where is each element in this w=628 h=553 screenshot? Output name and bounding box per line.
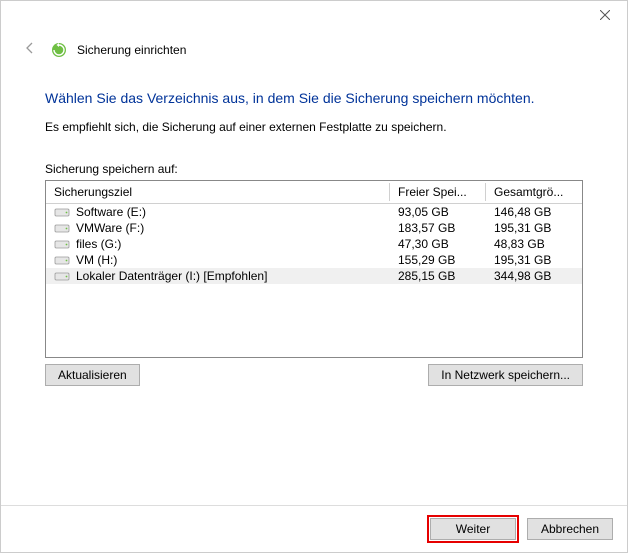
drive-free: 155,29 GB — [390, 252, 486, 268]
cancel-button[interactable]: Abbrechen — [527, 518, 613, 540]
save-network-button[interactable]: In Netzwerk speichern... — [428, 364, 583, 386]
table-header-row: Sicherungsziel Freier Spei... Gesamtgrö.… — [46, 181, 582, 204]
window-title: Sicherung einrichten — [77, 43, 186, 57]
drive-free: 285,15 GB — [390, 268, 486, 284]
close-icon — [600, 8, 610, 23]
content-area: Wählen Sie das Verzeichnis aus, in dem S… — [1, 64, 627, 505]
backup-setup-window: Sicherung einrichten Wählen Sie das Verz… — [0, 0, 628, 553]
refresh-button[interactable]: Aktualisieren — [45, 364, 140, 386]
next-button-highlight: Weiter — [427, 515, 519, 543]
titlebar — [1, 1, 627, 33]
hard-drive-icon — [54, 238, 70, 250]
drive-total: 195,31 GB — [486, 220, 582, 236]
drive-total: 48,83 GB — [486, 236, 582, 252]
table-label: Sicherung speichern auf: — [45, 162, 583, 176]
drive-name: Software (E:) — [76, 205, 146, 219]
col-total[interactable]: Gesamtgrö... — [486, 181, 582, 204]
backup-header-icon — [51, 42, 67, 58]
table-row[interactable]: VMWare (F:) 183,57 GB195,31 GB — [46, 220, 582, 236]
hard-drive-icon — [54, 206, 70, 218]
sub-text: Es empfiehlt sich, die Sicherung auf ein… — [45, 120, 583, 134]
hard-drive-icon — [54, 254, 70, 266]
drive-free: 47,30 GB — [390, 236, 486, 252]
table-row[interactable]: Software (E:) 93,05 GB146,48 GB — [46, 204, 582, 221]
mid-button-row: Aktualisieren In Netzwerk speichern... — [45, 364, 583, 386]
table-row[interactable]: files (G:) 47,30 GB48,83 GB — [46, 236, 582, 252]
drive-table: Sicherungsziel Freier Spei... Gesamtgrö.… — [45, 180, 583, 358]
drive-total: 146,48 GB — [486, 204, 582, 221]
drive-free: 183,57 GB — [390, 220, 486, 236]
drive-free: 93,05 GB — [390, 204, 486, 221]
drive-name: Lokaler Datenträger (I:) [Empfohlen] — [76, 269, 267, 283]
drive-name: files (G:) — [76, 237, 121, 251]
header-row: Sicherung einrichten — [1, 33, 627, 64]
drive-name: VMWare (F:) — [76, 221, 144, 235]
hard-drive-icon — [54, 222, 70, 234]
table-row[interactable]: Lokaler Datenträger (I:) [Empfohlen] 285,… — [46, 268, 582, 284]
table-row[interactable]: VM (H:) 155,29 GB195,31 GB — [46, 252, 582, 268]
next-button[interactable]: Weiter — [430, 518, 516, 540]
back-arrow-icon[interactable] — [19, 39, 41, 60]
col-target[interactable]: Sicherungsziel — [46, 181, 390, 204]
main-heading: Wählen Sie das Verzeichnis aus, in dem S… — [45, 90, 583, 106]
drive-total: 344,98 GB — [486, 268, 582, 284]
hard-drive-icon — [54, 270, 70, 282]
drive-total: 195,31 GB — [486, 252, 582, 268]
close-button[interactable] — [583, 1, 627, 29]
col-free[interactable]: Freier Spei... — [390, 181, 486, 204]
footer: Weiter Abbrechen — [1, 505, 627, 552]
drive-name: VM (H:) — [76, 253, 117, 267]
